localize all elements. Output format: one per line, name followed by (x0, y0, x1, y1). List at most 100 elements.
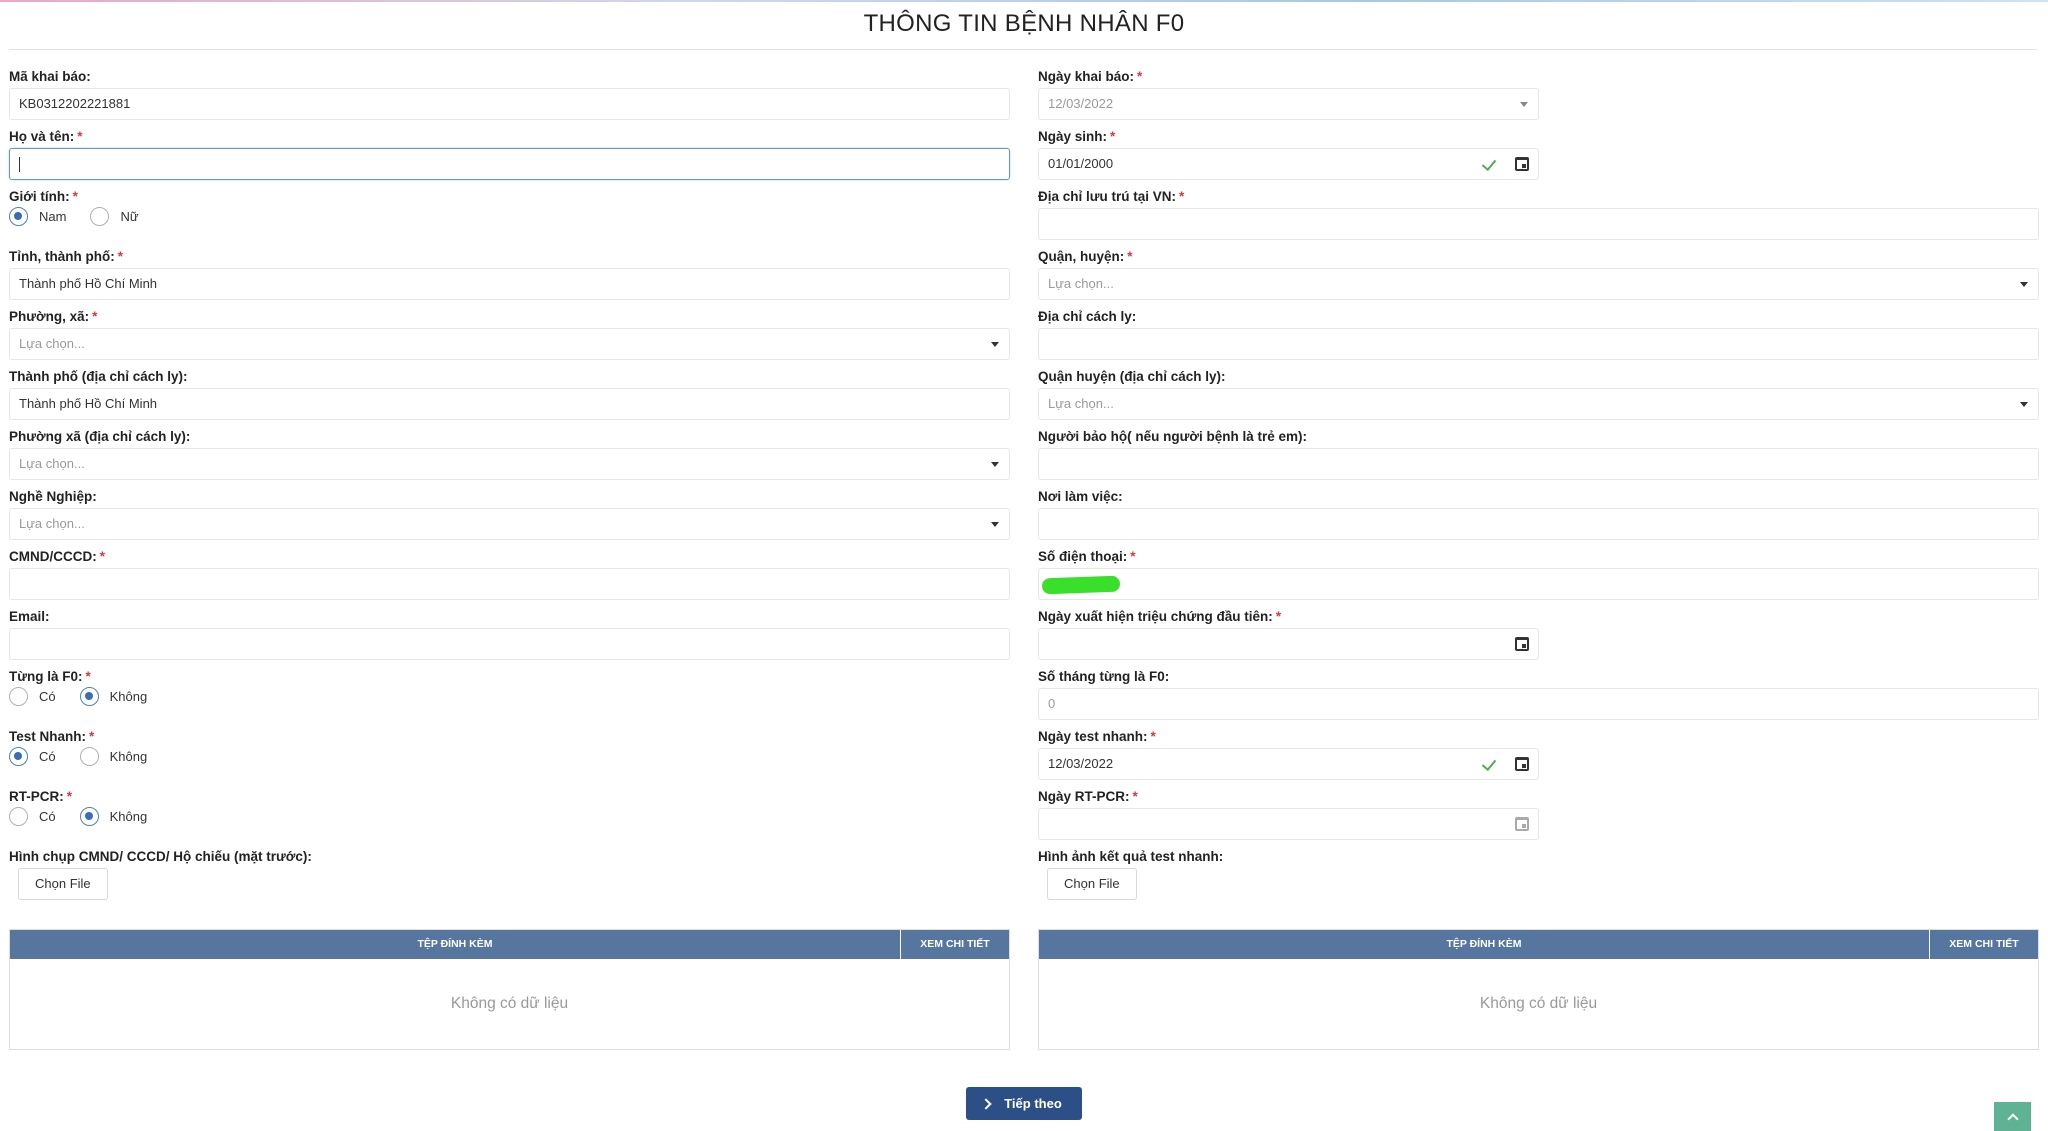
radio-test-nhanh-khong[interactable] (79, 747, 99, 766)
label-cmnd: CMND/CCCD: (9, 549, 97, 564)
label-quan-cach-ly: Quận huyện (địa chỉ cách ly): (1038, 369, 1226, 384)
chevron-up-icon (2006, 1113, 2019, 1125)
field-quan: Quận, huyện: * Lựa chọn... (1038, 248, 2039, 308)
choose-file-button-cmnd[interactable]: Chọn File (18, 868, 108, 900)
choose-file-button-test[interactable]: Chọn File (1047, 868, 1137, 900)
required-mark: * (1137, 69, 1143, 84)
required-mark: * (1275, 609, 1282, 624)
phuong-select[interactable]: Lựa chọn... (9, 328, 1010, 360)
ngay-trieu-chung-input[interactable] (1038, 628, 1539, 660)
field-quan-cach-ly: Quận huyện (địa chỉ cách ly): Lựa chọn..… (1038, 368, 2039, 428)
dia-chi-vn-input[interactable] (1038, 208, 2039, 240)
field-nguoi-bao-ho: Người bảo hộ( nếu người bệnh là trẻ em): (1038, 428, 2039, 488)
field-sdt: Số điện thoại: * (1038, 548, 2039, 608)
required-mark: * (99, 549, 106, 564)
required-mark: * (77, 129, 83, 144)
label-tp-cach-ly: Thành phố (địa chỉ cách ly): (9, 369, 188, 384)
label-ngay-khai-bao: Ngày khai báo: (1038, 69, 1135, 84)
col-xem-chi-tiet: XEM CHI TIẾT (1949, 938, 2019, 950)
field-hinh-cmnd: Hình chụp CMND/ CCCD/ Hộ chiếu (mặt trướ… (9, 848, 1010, 908)
ngay-sinh-input[interactable]: 01/01/2000 (1038, 148, 1539, 180)
radio-tung-f0-co[interactable] (9, 687, 28, 706)
radio-tung-f0-khong[interactable] (79, 687, 99, 706)
table-header: TỆP ĐÍNH KÈM XEM CHI TIẾT (10, 930, 1009, 959)
phuong-placeholder: Lựa chọn... (19, 336, 85, 351)
field-ngay-test-nhanh: Ngày test nhanh: * 12/03/2022 (1038, 728, 2039, 788)
check-icon (1481, 755, 1497, 772)
redaction-mark (1041, 575, 1121, 595)
so-thang-f0-input[interactable]: 0 (1038, 688, 2039, 720)
nghe-nghiep-select[interactable]: Lựa chọn... (9, 508, 1010, 540)
required-mark: * (72, 189, 78, 204)
label-ngay-test-nhanh: Ngày test nhanh: (1038, 729, 1148, 744)
title-divider (9, 49, 2037, 50)
label-ngay-trieu-chung: Ngày xuất hiện triệu chứng đầu tiên: (1038, 609, 1273, 624)
ho-ten-input[interactable] (9, 148, 1010, 180)
quan-cach-ly-select[interactable]: Lựa chọn... (1038, 388, 2039, 420)
radio-nu[interactable] (90, 207, 110, 226)
field-ngay-sinh: Ngày sinh: * 01/01/2000 (1038, 128, 2039, 188)
field-tp-cach-ly: Thành phố (địa chỉ cách ly): Thành phố H… (9, 368, 1010, 428)
cmnd-input[interactable] (9, 568, 1010, 600)
label-dia-chi-vn: Địa chỉ lưu trú tại VN: (1038, 189, 1177, 204)
required-mark: * (1150, 729, 1156, 744)
calendar-icon[interactable] (1515, 637, 1529, 651)
label-quan: Quận, huyện: (1038, 249, 1125, 264)
test-nhanh-radio-group: Có Không (9, 747, 171, 766)
required-mark: * (66, 789, 73, 804)
label-nguoi-bao-ho: Người bảo hộ( nếu người bệnh là trẻ em): (1038, 429, 1307, 444)
field-ngay-rt-pcr: Ngày RT-PCR: * (1038, 788, 2039, 848)
chevron-right-icon (980, 1097, 992, 1110)
attachments-table-test: TỆP ĐÍNH KÈM XEM CHI TIẾT Không có dữ li… (1038, 929, 2039, 1050)
tp-cach-ly-input[interactable]: Thành phố Hồ Chí Minh (9, 388, 1010, 420)
radio-rt-pcr-khong[interactable] (79, 807, 99, 826)
phuong-cach-ly-select[interactable]: Lựa chọn... (9, 448, 1010, 480)
required-mark: * (117, 249, 123, 264)
table-empty: Không có dữ liệu (1479, 995, 1598, 1012)
tp-cach-ly-value: Thành phố Hồ Chí Minh (19, 396, 158, 411)
top-accent-line (0, 0, 2048, 2)
ngay-khai-bao-select[interactable]: 12/03/2022 (1038, 88, 1539, 120)
radio-label-nam: Nam (39, 209, 67, 224)
check-icon (1481, 155, 1497, 172)
required-mark: * (92, 309, 98, 324)
radio-nam[interactable] (9, 207, 28, 226)
ngay-test-nhanh-value: 12/03/2022 (1048, 756, 1114, 771)
label-nghe-nghiep: Nghề Nghiệp: (9, 489, 97, 504)
label-test-nhanh: Test Nhanh: (9, 729, 86, 744)
label-phuong-cach-ly: Phường xã (địa chỉ cách ly): (9, 429, 191, 444)
field-dia-chi-vn: Địa chỉ lưu trú tại VN: * (1038, 188, 2039, 248)
tinh-input[interactable]: Thành phố Hồ Chí Minh (9, 268, 1010, 300)
field-phuong-cach-ly: Phường xã (địa chỉ cách ly): Lựa chọn... (9, 428, 1010, 488)
field-tung-f0: Từng là F0: * Có Không (9, 668, 1010, 728)
field-phuong: Phường, xã: * Lựa chọn... (9, 308, 1010, 368)
ngay-rt-pcr-input[interactable] (1038, 808, 1539, 840)
radio-test-nhanh-co[interactable] (9, 747, 28, 766)
radio-rt-pcr-co[interactable] (9, 807, 28, 826)
field-cmnd: CMND/CCCD: * (9, 548, 1010, 608)
calendar-icon[interactable] (1515, 157, 1529, 171)
calendar-icon[interactable] (1515, 757, 1529, 771)
dia-chi-cach-ly-input[interactable] (1038, 328, 2039, 360)
col-xem-chi-tiet: XEM CHI TIẾT (920, 938, 990, 950)
chevron-down-icon (2020, 282, 2028, 287)
calendar-icon[interactable] (1515, 817, 1529, 831)
sdt-input[interactable] (1038, 568, 2039, 600)
noi-lam-viec-input[interactable] (1038, 508, 2039, 540)
quan-select[interactable]: Lựa chọn... (1038, 268, 2039, 300)
label-so-thang-f0: Số tháng từng là F0: (1038, 669, 1170, 684)
label-ngay-rt-pcr: Ngày RT-PCR: (1038, 789, 1130, 804)
field-dia-chi-cach-ly: Địa chỉ cách ly: (1038, 308, 2039, 368)
label-hinh-cmnd: Hình chụp CMND/ CCCD/ Hộ chiếu (mặt trướ… (9, 849, 312, 864)
email-input[interactable] (9, 628, 1010, 660)
required-mark: * (89, 729, 95, 744)
ngay-test-nhanh-input[interactable]: 12/03/2022 (1038, 748, 1539, 780)
field-tinh: Tỉnh, thành phố: * Thành phố Hồ Chí Minh (9, 248, 1010, 308)
chevron-down-icon (2020, 402, 2028, 407)
scroll-to-top-button[interactable] (1994, 1102, 2031, 1131)
ma-khai-bao-input[interactable]: KB0312202221881 (9, 88, 1010, 120)
nguoi-bao-ho-input[interactable] (1038, 448, 2039, 480)
next-button[interactable]: Tiếp theo (966, 1087, 1082, 1120)
label-ma-khai-bao: Mã khai báo: (9, 69, 91, 84)
label-tinh: Tỉnh, thành phố: (9, 249, 115, 264)
